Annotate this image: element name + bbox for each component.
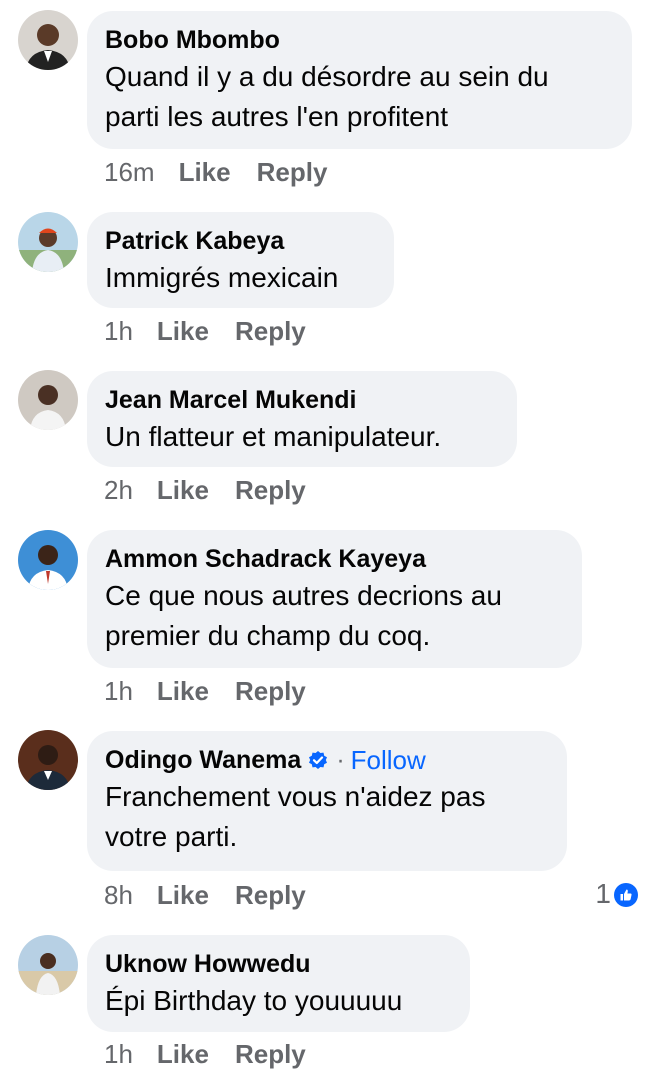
reply-button[interactable]: Reply (235, 316, 306, 347)
comment-bubble: Jean Marcel Mukendi Un flatteur et manip… (87, 371, 517, 467)
comment-time[interactable]: 2h (104, 475, 133, 506)
comment-text-line: votre parti. (105, 821, 238, 852)
comment-text-line: Immigrés mexicain (105, 262, 339, 293)
reply-button[interactable]: Reply (235, 1039, 306, 1070)
avatar[interactable] (18, 730, 78, 790)
comment-author[interactable]: Odingo Wanema (105, 745, 301, 775)
comment-author[interactable]: Ammon Schadrack Kayeya (105, 544, 426, 574)
comment-text-line: Franchement vous n'aidez pas (105, 781, 486, 812)
reply-button[interactable]: Reply (235, 475, 306, 506)
avatar[interactable] (18, 212, 78, 272)
comment-time[interactable]: 8h (104, 880, 133, 911)
comment-author[interactable]: Jean Marcel Mukendi (105, 385, 356, 415)
avatar[interactable] (18, 530, 78, 590)
comment-author[interactable]: Uknow Howwedu (105, 949, 311, 979)
reply-button[interactable]: Reply (257, 157, 328, 188)
verified-badge-icon (308, 750, 328, 770)
reply-button[interactable]: Reply (235, 880, 306, 911)
like-button[interactable]: Like (157, 316, 209, 347)
comment-actions: 1h Like Reply (104, 1039, 306, 1070)
avatar[interactable] (18, 10, 78, 70)
avatar[interactable] (18, 370, 78, 430)
comment-actions: 1h Like Reply (104, 316, 306, 347)
comment-bubble: Bobo Mbombo Quand il y a du désordre au … (87, 11, 632, 149)
comment-actions: 2h Like Reply (104, 475, 306, 506)
comment-text: Immigrés mexicain (105, 258, 376, 298)
comment-actions: 8h Like Reply (104, 880, 306, 911)
comment-time[interactable]: 1h (104, 676, 133, 707)
comment-bubble: Odingo Wanema · Follow Franchement vous … (87, 731, 567, 871)
comment-bubble: Patrick Kabeya Immigrés mexicain (87, 212, 394, 308)
comment-author[interactable]: Bobo Mbombo (105, 25, 280, 55)
like-button[interactable]: Like (157, 475, 209, 506)
comment-text-line: Un flatteur et manipulateur. (105, 421, 442, 452)
comment-time[interactable]: 1h (104, 316, 133, 347)
comment-text-line: premier du champ du coq. (105, 620, 431, 651)
reaction-count: 1 (595, 878, 611, 909)
comment-text: Épi Birthday to youuuuu (105, 981, 452, 1021)
comment-author[interactable]: Patrick Kabeya (105, 226, 284, 256)
comment-time[interactable]: 1h (104, 1039, 133, 1070)
comment-text-line: parti les autres l'en profitent (105, 101, 449, 132)
thumbs-up-icon (614, 882, 638, 907)
avatar[interactable] (18, 935, 78, 995)
follow-button[interactable]: Follow (351, 745, 426, 775)
reply-button[interactable]: Reply (235, 676, 306, 707)
like-button[interactable]: Like (157, 880, 209, 911)
comment-actions: 16m Like Reply (104, 157, 327, 188)
comment-text: Quand il y a du désordre au sein du part… (105, 57, 614, 137)
like-button[interactable]: Like (157, 676, 209, 707)
comment-text-line: Quand il y a du désordre au sein du (105, 61, 549, 92)
reaction-summary[interactable]: 1 (595, 878, 638, 910)
comment-text: Franchement vous n'aidez pas votre parti… (105, 777, 549, 857)
like-button[interactable]: Like (179, 157, 231, 188)
comment-text: Un flatteur et manipulateur. (105, 417, 499, 457)
comment-text-line: Ce que nous autres decrions au (105, 580, 502, 611)
comment-bubble: Ammon Schadrack Kayeya Ce que nous autre… (87, 530, 582, 668)
comment-text: Ce que nous autres decrions au premier d… (105, 576, 564, 656)
separator-dot: · (336, 746, 345, 774)
comment-actions: 1h Like Reply (104, 676, 306, 707)
comment-text-line: Épi Birthday to youuuuu (105, 985, 403, 1016)
like-button[interactable]: Like (157, 1039, 209, 1070)
comment-time[interactable]: 16m (104, 157, 155, 188)
comment-bubble: Uknow Howwedu Épi Birthday to youuuuu (87, 935, 470, 1032)
